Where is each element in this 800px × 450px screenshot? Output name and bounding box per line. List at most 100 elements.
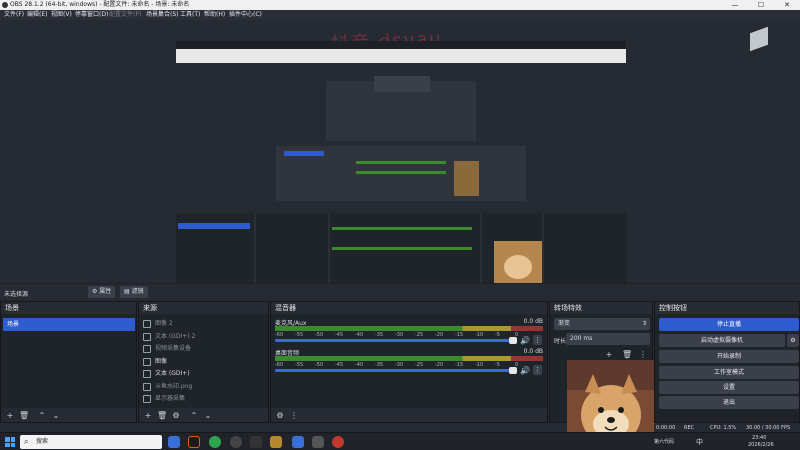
speaker-icon[interactable]: 🔊 — [520, 336, 530, 345]
filter-icon: ▤ — [124, 288, 132, 295]
preview-canvas[interactable]: 抖音 dsyau — [0, 20, 800, 297]
meter-tick-label: -10 — [475, 332, 484, 338]
mixer-menu-button[interactable]: ⋮ — [289, 411, 299, 420]
duration-input[interactable]: 200 ms — [566, 333, 650, 345]
meter-tick-label: -50 — [315, 332, 324, 338]
move-scene-up-button[interactable]: ⌃ — [37, 411, 47, 420]
app-icon-plane[interactable] — [250, 436, 262, 448]
filters-button[interactable]: ▤ 滤镜 — [120, 286, 148, 298]
source-name: 视频采集设备 — [155, 345, 192, 352]
meter-tick-label: -15 — [455, 332, 464, 338]
camera-icon — [143, 345, 151, 353]
wechat-icon[interactable] — [209, 436, 221, 448]
properties-button[interactable]: ⚙ 属性 — [88, 286, 116, 298]
volume-slider-knob[interactable] — [509, 367, 517, 374]
menu-docks[interactable]: 停靠窗口(D) — [75, 10, 108, 20]
add-transition-button[interactable]: + — [604, 350, 614, 359]
sources-toolbar: + 🗑 ⚙ ⌃ ⌄ — [139, 408, 268, 422]
stream-time: 0:00:00 — [656, 425, 676, 431]
scenes-dock: 场景 场景 + 🗑 ⌃ ⌄ — [0, 301, 137, 423]
move-source-down-button[interactable]: ⌄ — [203, 411, 213, 420]
meter-tick-label: -45 — [335, 332, 344, 338]
channel-menu-button[interactable]: ⋮ — [533, 335, 542, 345]
source-name: 图像 — [155, 357, 168, 365]
scenes-title: 场景 — [1, 302, 136, 314]
remove-scene-button[interactable]: 🗑 — [19, 411, 29, 420]
stop-streaming-button[interactable]: 停止直播 — [659, 318, 799, 331]
volume-meter — [275, 356, 543, 361]
nested-screen-capture — [176, 41, 626, 297]
image-icon — [143, 357, 151, 366]
menu-edit[interactable]: 编辑(E) — [27, 10, 47, 20]
no-source-selected-label: 未选择源 — [4, 291, 29, 298]
move-scene-down-button[interactable]: ⌄ — [51, 411, 61, 420]
transition-menu-button[interactable]: ⋮ — [638, 350, 648, 359]
scene-item[interactable]: 场景 — [3, 318, 135, 331]
meter-tick-label: -40 — [355, 332, 364, 338]
app-icon-k[interactable] — [168, 436, 180, 448]
meter-tick-label: -55 — [295, 332, 304, 338]
menu-profile[interactable]: 配置文件(P) — [109, 10, 141, 20]
menu-file[interactable]: 文件(F) — [4, 10, 24, 20]
source-properties-button[interactable]: ⚙ — [171, 411, 181, 420]
add-source-button[interactable]: + — [143, 411, 153, 420]
source-name: 文本 (GDI+) 2 — [155, 332, 196, 340]
transition-type-select[interactable]: 渐变 ⇕ — [554, 318, 650, 330]
weather-widget[interactable]: 第六代码 — [654, 438, 674, 445]
obs-taskbar-icon[interactable] — [230, 436, 242, 448]
menu-bar: 文件(F) 编辑(E) 视图(V) 停靠窗口(D) 配置文件(P) 场景集合(S… — [0, 10, 800, 20]
menu-help[interactable]: 帮助(H) — [204, 10, 225, 20]
menu-tools[interactable]: 工具(T) — [180, 10, 200, 20]
windows-start-icon[interactable] — [5, 437, 15, 447]
meter-tick-label: -30 — [395, 332, 404, 338]
meter-tick-label: -60 — [275, 332, 284, 338]
add-scene-button[interactable]: + — [5, 411, 15, 420]
meter-tick-label: -30 — [395, 362, 404, 368]
input-language[interactable]: 中 — [696, 437, 703, 447]
close-button[interactable]: ✕ — [774, 0, 800, 10]
taskbar-clock[interactable]: 23:40 — [752, 435, 766, 441]
menu-scene-collection[interactable]: 场景集合(S) — [146, 10, 179, 20]
menu-plugins[interactable]: 插件中心(C) — [229, 10, 262, 20]
meter-tick-label: -5 — [495, 332, 500, 338]
meter-ticks: -60 -55 -50 -45 -40 -35 -30 -25 -20 -15 -10 -5 0 — [275, 362, 543, 368]
speaker-icon[interactable]: 🔊 — [520, 366, 530, 375]
advanced-audio-button[interactable]: ⚙ — [275, 411, 285, 420]
app-icon-g[interactable] — [188, 436, 200, 448]
volume-slider-knob[interactable] — [509, 337, 517, 344]
move-source-up-button[interactable]: ⌃ — [189, 411, 199, 420]
preview-display — [176, 41, 626, 297]
chevron-down-icon: ⇕ — [641, 320, 647, 327]
meter-tick-label: -45 — [335, 362, 344, 368]
cpu-usage: CPU: 1.5% — [710, 425, 737, 431]
app-icon-gray[interactable] — [312, 436, 324, 448]
channel-menu-button[interactable]: ⋮ — [533, 365, 542, 375]
start-recording-button[interactable]: 开始录制 — [659, 350, 799, 363]
source-name: 文本 (GDI+) — [155, 370, 190, 377]
app-icon-red[interactable] — [332, 436, 344, 448]
volume-slider[interactable] — [275, 339, 515, 342]
settings-button[interactable]: 设置 — [659, 381, 799, 394]
app-icon-folder[interactable] — [270, 436, 282, 448]
source-name: 图像 2 — [155, 320, 173, 327]
remove-source-button[interactable]: 🗑 — [157, 411, 167, 420]
maximize-button[interactable]: ☐ — [748, 0, 774, 10]
source-context-bar: 未选择源 ⚙ 属性 ▤ 滤镜 — [0, 283, 800, 300]
channel-db: 0.0 dB — [523, 348, 543, 355]
taskbar-search-box[interactable]: ⌕ 搜索 — [20, 435, 162, 449]
app-icon-blue[interactable] — [292, 436, 304, 448]
start-virtual-camera-button[interactable]: 启动虚拟摄像机 — [659, 334, 785, 347]
minimize-button[interactable]: — — [722, 0, 748, 10]
menu-view[interactable]: 视图(V) — [51, 10, 72, 20]
meter-tick-label: -25 — [415, 332, 424, 338]
volume-slider[interactable] — [275, 369, 515, 372]
studio-mode-button[interactable]: 工作室模式 — [659, 366, 799, 379]
monitor-icon — [143, 395, 151, 403]
remove-transition-button[interactable]: 🗑 — [622, 350, 632, 359]
taskbar-date[interactable]: 2026/2/26 — [748, 442, 774, 448]
source-name: 显示器采集 — [155, 395, 186, 402]
virtual-camera-settings-button[interactable]: ⚙ — [787, 334, 799, 347]
exit-button[interactable]: 退出 — [659, 396, 799, 409]
duration-label: 时长 — [554, 338, 567, 345]
meter-tick-label: -10 — [475, 362, 484, 368]
